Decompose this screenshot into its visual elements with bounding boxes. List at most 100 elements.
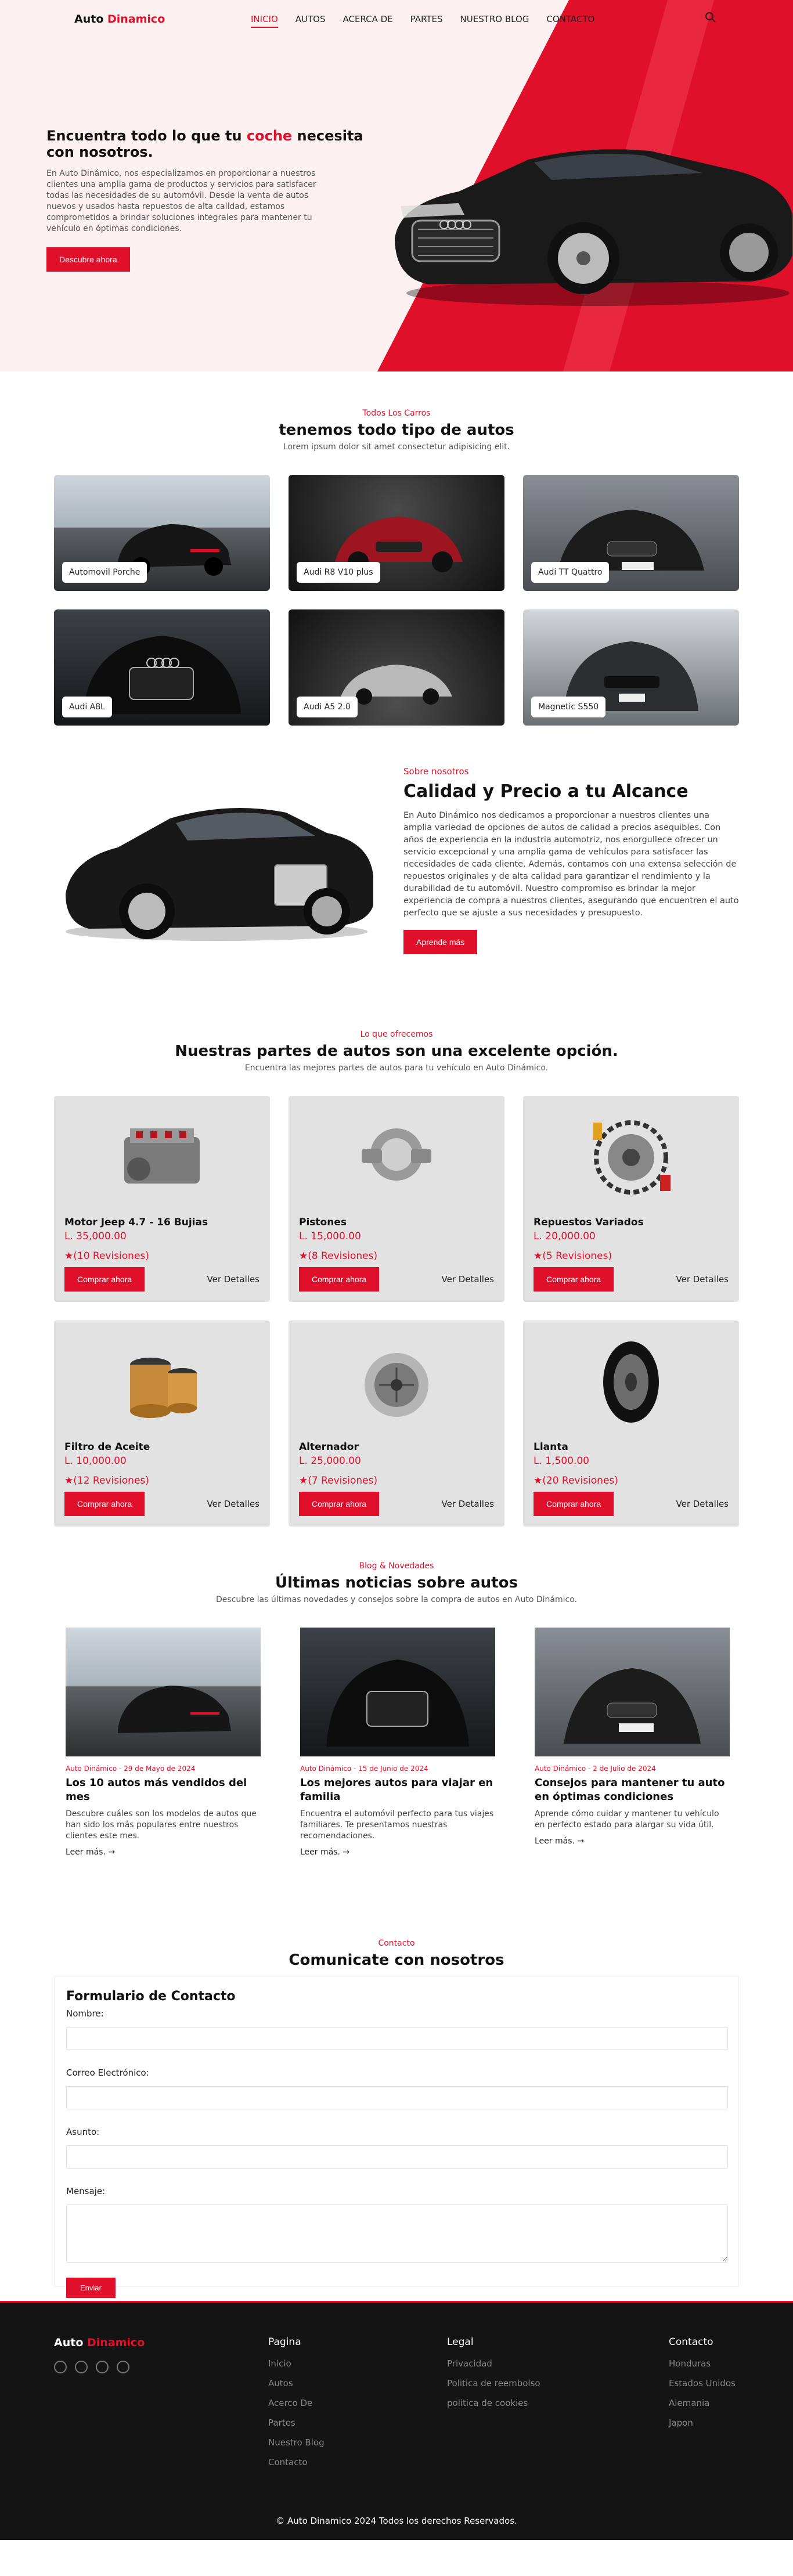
- view-details-link[interactable]: Ver Detalles: [676, 1499, 729, 1509]
- search-icon[interactable]: [705, 12, 716, 23]
- car-card-porche[interactable]: Automovil Porche: [54, 475, 270, 591]
- post-title[interactable]: Los 10 autos más vendidos del mes: [66, 1776, 261, 1804]
- nav-item-inicio[interactable]: INICIO: [251, 14, 278, 28]
- nav-item-partes[interactable]: PARTES: [410, 14, 443, 28]
- email-field[interactable]: [66, 2086, 728, 2109]
- parts-header: Lo que ofrecemos Nuestras partes de auto…: [0, 1030, 793, 1073]
- nav-item-blog[interactable]: NUESTRO BLOG: [460, 14, 529, 28]
- form-title: Formulario de Contacto: [66, 1989, 236, 2004]
- twitter-icon[interactable]: [75, 2361, 88, 2373]
- hero-title: Encuentra todo lo que tu coche necesita …: [46, 128, 363, 160]
- part-price: L. 20,000.00: [534, 1231, 596, 1242]
- name-label: Nombre:: [66, 2008, 104, 2019]
- car-card-audi-a8l[interactable]: Audi A8L: [54, 609, 270, 726]
- parts-eyebrow: Lo que ofrecemos: [360, 1030, 433, 1039]
- car-card-audi-a5[interactable]: Audi A5 2.0: [289, 609, 504, 726]
- nav-item-acerca[interactable]: ACERCA DE: [343, 14, 393, 28]
- footer-link[interactable]: Autos: [268, 2378, 325, 2389]
- footer-link[interactable]: Privacidad: [447, 2358, 540, 2369]
- about-section: Sobre nosotros Calidad y Precio a tu Alc…: [0, 743, 793, 1004]
- footer-logo[interactable]: Auto Dinamico: [54, 2336, 145, 2349]
- footer-link[interactable]: Nuestro Blog: [268, 2437, 325, 2448]
- part-name: Pistones: [299, 1217, 347, 1228]
- parts-grid: Motor Jeep 4.7 - 16 Bujias L. 35,000.00 …: [54, 1096, 793, 1527]
- view-details-link[interactable]: Ver Detalles: [207, 1499, 260, 1509]
- contact-title: Comunicate con nosotros: [289, 1951, 504, 1969]
- parts-subtitle: Encuentra las mejores partes de autos pa…: [244, 1063, 549, 1073]
- post-image[interactable]: [535, 1628, 730, 1756]
- footer-col-pagina: Pagina Inicio Autos Acerco De Partes Nue…: [268, 2336, 325, 2477]
- part-card-motor: Motor Jeep 4.7 - 16 Bujias L. 35,000.00 …: [54, 1096, 270, 1302]
- view-details-link[interactable]: Ver Detalles: [207, 1274, 260, 1285]
- post-title[interactable]: Consejos para mantener tu auto en óptima…: [535, 1776, 730, 1804]
- post-meta: Auto Dinámico - 2 de Julio de 2024: [535, 1765, 656, 1773]
- car-card-audi-r8[interactable]: Audi R8 V10 plus: [289, 475, 504, 591]
- buy-now-button[interactable]: Comprar ahora: [534, 1492, 614, 1516]
- oil-filter-icon: [130, 1358, 197, 1418]
- part-name: Filtro de Aceite: [64, 1441, 150, 1453]
- footer-link[interactable]: Acerco De: [268, 2398, 325, 2408]
- subject-field[interactable]: [66, 2145, 728, 2169]
- message-label: Mensaje:: [66, 2186, 106, 2196]
- read-more-link[interactable]: Leer más. →: [66, 1848, 115, 1857]
- footer-link[interactable]: Partes: [268, 2418, 325, 2428]
- discover-button[interactable]: Descubre ahora: [46, 247, 130, 272]
- buy-now-button[interactable]: Comprar ahora: [64, 1492, 145, 1516]
- footer-link[interactable]: Estados Unidos: [669, 2378, 736, 2389]
- view-details-link[interactable]: Ver Detalles: [676, 1274, 729, 1285]
- cars-eyebrow: Todos Los Carros: [362, 409, 431, 418]
- buy-now-button[interactable]: Comprar ahora: [299, 1492, 380, 1516]
- subject-label: Asunto:: [66, 2127, 100, 2137]
- car-card-magnetic[interactable]: Magnetic S550: [523, 609, 739, 726]
- part-name: Motor Jeep 4.7 - 16 Bujias: [64, 1217, 208, 1228]
- facebook-icon[interactable]: [54, 2361, 67, 2373]
- view-details-link[interactable]: Ver Detalles: [442, 1274, 495, 1285]
- view-details-link[interactable]: Ver Detalles: [442, 1499, 495, 1509]
- cars-section: Todos Los Carros tenemos todo tipo de au…: [0, 371, 793, 743]
- footer-link[interactable]: Honduras: [669, 2358, 736, 2369]
- hero-section: Encuentra todo lo que tu coche necesita …: [0, 0, 793, 371]
- footer-link[interactable]: Politica de reembolso: [447, 2378, 540, 2389]
- instagram-icon[interactable]: [96, 2361, 109, 2373]
- message-field[interactable]: [66, 2205, 728, 2263]
- part-name: Llanta: [534, 1441, 568, 1453]
- nav-menu: INICIO AUTOS ACERCA DE PARTES NUESTRO BL…: [251, 14, 594, 28]
- buy-now-button[interactable]: Comprar ahora: [299, 1267, 380, 1291]
- footer-link[interactable]: politica de cookies: [447, 2398, 540, 2408]
- read-more-link[interactable]: Leer más. →: [300, 1848, 349, 1857]
- car-caption: Automovil Porche: [62, 562, 147, 583]
- arrow-right-icon: →: [108, 1848, 116, 1857]
- cars-subtitle: Lorem ipsum dolor sit amet consectetur a…: [283, 442, 510, 452]
- post-image[interactable]: [66, 1628, 261, 1756]
- part-reviews: ★(5 Revisiones): [534, 1250, 612, 1262]
- whatsapp-icon[interactable]: [117, 2361, 129, 2373]
- car-caption: Audi TT Quattro: [531, 562, 610, 583]
- footer-col-title: Contacto: [669, 2336, 713, 2348]
- footer-link[interactable]: Inicio: [268, 2358, 325, 2369]
- learn-more-button[interactable]: Aprende más: [403, 930, 478, 954]
- footer-link[interactable]: Alemania: [669, 2398, 736, 2408]
- post-excerpt: Aprende cómo cuidar y mantener tu vehícu…: [535, 1809, 719, 1830]
- buy-now-button[interactable]: Comprar ahora: [64, 1267, 145, 1291]
- nav-item-autos[interactable]: AUTOS: [295, 14, 326, 28]
- part-card-filtro: Filtro de Aceite L. 10,000.00 ★(12 Revis…: [54, 1321, 270, 1527]
- nav-item-contacto[interactable]: CONTACTO: [546, 14, 594, 28]
- arrow-right-icon: →: [343, 1848, 350, 1857]
- buy-now-button[interactable]: Comprar ahora: [534, 1267, 614, 1291]
- copyright-text: © Auto Dinamico 2024 Todos los derechos …: [276, 2516, 517, 2526]
- part-card-alternador: Alternador L. 25,000.00 ★(7 Revisiones) …: [289, 1321, 504, 1527]
- car-caption: Audi A5 2.0: [297, 697, 358, 717]
- part-card-llanta: Llanta L. 1,500.00 ★(20 Revisiones) Comp…: [523, 1321, 739, 1527]
- read-more-link[interactable]: Leer más. →: [535, 1837, 584, 1846]
- site-logo[interactable]: Auto Dinamico: [74, 13, 165, 26]
- footer-link[interactable]: Japon: [669, 2418, 736, 2428]
- post-title[interactable]: Los mejores autos para viajar en familia: [300, 1776, 495, 1804]
- name-field[interactable]: [66, 2027, 728, 2050]
- contact-section: Contacto Comunicate con nosotros Formula…: [0, 1927, 793, 2301]
- car-card-audi-tt[interactable]: Audi TT Quattro: [523, 475, 739, 591]
- post-meta: Auto Dinámico - 15 de Junio de 2024: [300, 1765, 428, 1773]
- send-button[interactable]: Enviar: [66, 2278, 116, 2298]
- footer-link[interactable]: Contacto: [268, 2457, 325, 2467]
- about-text: Sobre nosotros Calidad y Precio a tu Alc…: [403, 766, 740, 954]
- post-image[interactable]: [300, 1628, 495, 1756]
